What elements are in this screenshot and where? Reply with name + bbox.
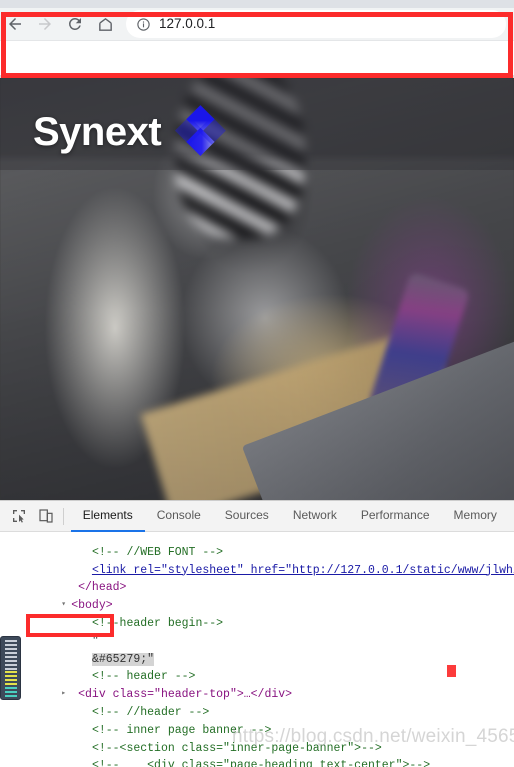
tabstrip-sliver	[0, 0, 514, 8]
address-bar[interactable]: 127.0.0.1	[126, 10, 506, 38]
tab-elements[interactable]: Elements	[70, 501, 145, 532]
tab-sources[interactable]: Sources	[213, 501, 281, 532]
back-arrow-icon	[9, 18, 21, 30]
gadget-bars-mid	[5, 671, 17, 687]
synext-diamond-logo-icon[interactable]	[171, 104, 227, 160]
chrome-bottom-edge	[0, 75, 514, 78]
dom-line[interactable]: ▸ <!-- //WEB FONT -->	[0, 532, 514, 559]
gadget-bars-bottom	[5, 687, 17, 698]
toggle-device-toolbar-button[interactable]	[32, 503, 58, 529]
screenshot-root: 127.0.0.1 Synext Elements Console Source…	[0, 0, 514, 767]
inspect-cursor-icon	[13, 510, 26, 523]
bookmarks-bar[interactable]	[0, 40, 514, 75]
devtools-toolbar: Elements Console Sources Network Perform…	[0, 501, 514, 532]
home-icon	[98, 17, 112, 31]
page-viewport: Synext	[0, 78, 514, 500]
tab-memory[interactable]: Memory	[442, 501, 509, 532]
collapse-triangle-icon[interactable]: ▸	[61, 685, 71, 703]
red-marker-square	[447, 665, 456, 677]
site-header: Synext	[0, 92, 514, 172]
dom-line-text: <!-- <div class="page-heading text-cente…	[91, 759, 431, 767]
tab-application[interactable]: A	[509, 501, 514, 532]
dom-line-text: <div class="header-top">…</div>	[78, 688, 293, 702]
reload-icon	[68, 17, 81, 30]
browser-toolbar: 127.0.0.1	[0, 8, 514, 40]
back-button[interactable]	[0, 9, 30, 39]
device-toolbar-icon	[38, 509, 53, 523]
dom-line-text: <!-- inner page banner -->	[91, 723, 272, 737]
reload-button[interactable]	[60, 9, 90, 39]
dom-line-text: "	[91, 634, 99, 648]
browser-chrome: 127.0.0.1	[0, 0, 514, 78]
dom-line-text: <!-- //header -->	[91, 705, 210, 719]
bom-entity-text: &#65279;"	[91, 652, 155, 666]
desktop-gadget-artifact	[0, 636, 21, 700]
dom-line-text: <!-- header -->	[91, 670, 196, 684]
info-circle-icon[interactable]	[136, 17, 151, 32]
dom-line-text: <!--header begin-->	[91, 616, 224, 630]
tab-console[interactable]: Console	[145, 501, 213, 532]
brand-wordmark[interactable]: Synext	[33, 112, 162, 152]
devtools-panel: Elements Console Sources Network Perform…	[0, 500, 514, 767]
home-button[interactable]	[90, 9, 120, 39]
dom-line-text: <body>	[71, 599, 113, 613]
address-bar-url: 127.0.0.1	[159, 16, 216, 31]
dom-line-text: <!--<section class="inner-page-banner">-…	[91, 741, 382, 755]
forward-arrow-icon	[39, 18, 51, 30]
devtools-tabs: Elements Console Sources Network Perform…	[70, 501, 514, 532]
tab-performance[interactable]: Performance	[349, 501, 442, 532]
dom-line-text: </head>	[78, 581, 127, 595]
logo-svg	[175, 105, 227, 157]
tab-network[interactable]: Network	[281, 501, 349, 532]
inspect-element-button[interactable]	[6, 503, 32, 529]
dom-line-text: <!-- //WEB FONT -->	[91, 545, 224, 559]
expand-triangle-icon[interactable]: ▾	[61, 596, 71, 614]
forward-button[interactable]	[30, 9, 60, 39]
dom-line-text[interactable]: <link rel="stylesheet" href="http://127.…	[92, 564, 514, 577]
elements-dom-tree[interactable]: ▸ <!-- //WEB FONT --> ▸ <link rel="style…	[0, 532, 514, 767]
toolbar-divider	[62, 507, 64, 525]
